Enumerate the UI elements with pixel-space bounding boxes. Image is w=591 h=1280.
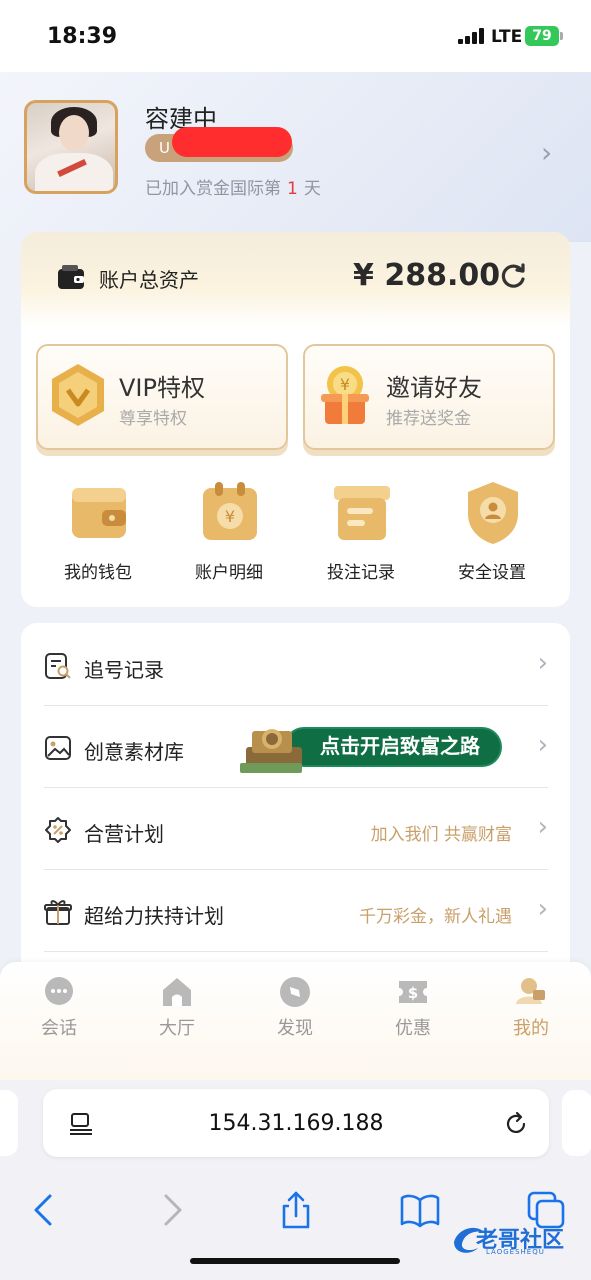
menu-item-joint-venture[interactable]: 合营计划 加入我们 共赢财富 ›	[44, 788, 548, 870]
menu-item-chase-records[interactable]: 追号记录 ›	[44, 624, 548, 706]
records-box-icon	[334, 486, 390, 540]
tab-lobby[interactable]: 大厅	[137, 976, 217, 1046]
account-card: 账户总资产 ¥ 288.00 VIP特权 尊享特权 ¥ 邀请好友 推荐送奖金 我…	[21, 232, 570, 607]
compass-icon	[280, 977, 310, 1007]
invite-subtitle: 推荐送奖金	[386, 409, 471, 429]
tab-label: 会话	[41, 1018, 77, 1039]
profile-icon	[516, 978, 545, 1004]
total-assets-label: 账户总资产	[99, 268, 199, 292]
quick-action-ledger[interactable]: ¥ 账户明细	[174, 480, 284, 590]
tab-label: 优惠	[395, 1018, 431, 1039]
svg-text:¥: ¥	[340, 375, 350, 394]
svg-text:点击开启致富之路: 点击开启致富之路	[320, 734, 481, 758]
quick-action-records[interactable]: 投注记录	[306, 480, 416, 590]
shield-user-icon	[468, 482, 518, 544]
refresh-icon[interactable]	[499, 262, 527, 290]
quick-action-label: 我的钱包	[64, 563, 132, 583]
forward-icon[interactable]	[152, 1190, 192, 1230]
wealth-banner[interactable]: 点击开启致富之路	[240, 717, 502, 777]
next-tab-peek[interactable]	[562, 1090, 591, 1156]
menu-item-creative-library[interactable]: 创意素材库 点击开启致富之路 ›	[44, 706, 548, 788]
tab-label: 我的	[513, 1018, 549, 1039]
quick-action-label: 账户明细	[195, 563, 263, 583]
invite-title: 邀请好友	[386, 374, 482, 402]
vip-subtitle: 尊享特权	[119, 409, 187, 429]
home-icon	[163, 978, 191, 1006]
wallet-icon	[72, 488, 126, 538]
quick-action-label: 安全设置	[458, 563, 526, 583]
share-icon[interactable]	[276, 1190, 316, 1230]
bookmarks-icon[interactable]	[400, 1190, 440, 1230]
back-icon[interactable]	[24, 1190, 64, 1230]
chevron-right-icon: ›	[537, 648, 548, 678]
site-watermark: 老哥社区 LAOGESHEQU	[452, 1220, 582, 1256]
address-bar[interactable]: 154.31.169.188	[43, 1089, 549, 1157]
total-assets-bar: 账户总资产 ¥ 288.00	[21, 232, 570, 327]
menu-item-label: 合营计划	[84, 822, 164, 846]
home-indicator	[190, 1258, 400, 1264]
chevron-right-icon: ›	[537, 894, 548, 924]
menu-item-support-plan[interactable]: 超给力扶持计划 千万彩金，新人礼遇 ›	[44, 870, 548, 952]
tab-discover[interactable]: 发现	[255, 976, 335, 1046]
percent-badge-icon	[45, 817, 71, 843]
vip-title: VIP特权	[119, 374, 205, 402]
chevron-right-icon: ›	[537, 812, 548, 842]
bottom-tab-bar: 会话 大厅 发现 $ 优惠 我的	[0, 962, 591, 1080]
menu-item-label: 创意素材库	[84, 740, 184, 764]
tab-label: 发现	[277, 1018, 313, 1039]
vip-privilege-card[interactable]: VIP特权 尊享特权	[36, 344, 288, 450]
total-assets-value: ¥ 288.00	[353, 258, 501, 293]
chat-icon	[45, 977, 73, 1005]
menu-item-label: 超给力扶持计划	[84, 904, 224, 928]
tab-chat[interactable]: 会话	[19, 976, 99, 1046]
quick-action-label: 投注记录	[327, 563, 395, 583]
avatar[interactable]	[24, 100, 118, 194]
joined-days-text: 已加入赏金国际第 1 天	[145, 179, 321, 199]
quick-action-wallet[interactable]: 我的钱包	[43, 480, 153, 590]
status-time: 18:39	[47, 24, 118, 49]
network-type: LTE	[491, 27, 523, 47]
search-doc-icon	[45, 653, 71, 679]
signal-icon	[458, 28, 486, 44]
menu-list: 追号记录 › 创意素材库 点击开启致富之路 › 合营计划 加入我们 共赢财富 ›…	[21, 623, 570, 983]
chevron-right-icon[interactable]: ›	[541, 136, 552, 169]
gift-icon	[44, 900, 72, 925]
tab-mine[interactable]: 我的	[491, 976, 571, 1046]
menu-item-hint: 千万彩金，新人礼遇	[359, 907, 512, 927]
status-bar: 18:39 LTE 79	[0, 0, 591, 72]
gift-coin-icon: ¥	[321, 366, 369, 424]
ledger-icon: ¥	[203, 482, 257, 540]
reload-icon[interactable]	[503, 1111, 529, 1137]
image-icon	[45, 736, 71, 760]
svg-text:$: $	[408, 984, 418, 1002]
svg-text:¥: ¥	[225, 507, 235, 526]
wallet-icon	[58, 265, 84, 289]
redaction-mark	[172, 127, 292, 157]
tab-label: 大厅	[159, 1018, 195, 1039]
url-text: 154.31.169.188	[208, 1111, 384, 1136]
quick-action-security[interactable]: 安全设置	[437, 480, 547, 590]
vip-badge-icon	[52, 364, 104, 426]
watermark-subtext: LAOGESHEQU	[486, 1248, 545, 1256]
menu-item-label: 追号记录	[84, 658, 164, 682]
battery-icon: 79	[525, 26, 563, 46]
tab-offers[interactable]: $ 优惠	[373, 976, 453, 1046]
previous-tab-peek[interactable]	[0, 1090, 18, 1156]
coupon-icon: $	[399, 981, 427, 1003]
invite-friends-card[interactable]: ¥ 邀请好友 推荐送奖金	[303, 344, 555, 450]
menu-item-hint: 加入我们 共赢财富	[370, 825, 512, 845]
chevron-right-icon: ›	[537, 730, 548, 760]
